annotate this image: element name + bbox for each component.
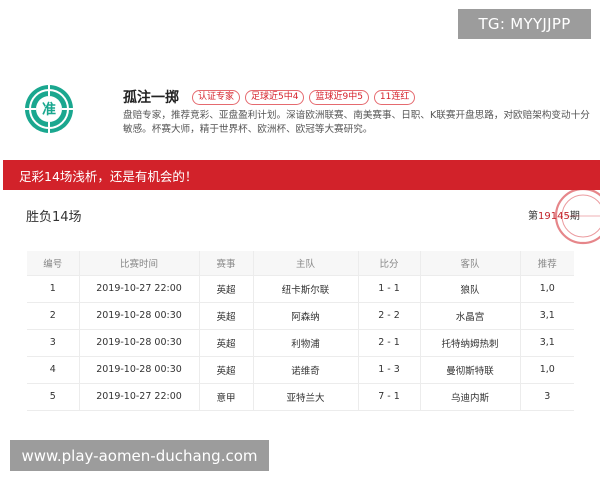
cell-home: 诺维奇	[252, 356, 358, 384]
cell-league: 英超	[198, 356, 253, 384]
expert-name[interactable]: 孤注一掷	[123, 87, 179, 107]
cell-league: 英超	[198, 329, 253, 357]
tag-certified-expert: 认证专家	[192, 89, 241, 105]
header-pick: 推荐	[519, 251, 574, 276]
cell-time: 2019-10-28 00:30	[78, 302, 199, 330]
cell-no: 1	[27, 275, 79, 303]
cell-score: 7 - 1	[357, 383, 420, 411]
header-score: 比分	[357, 251, 420, 276]
table-row: 4 2019-10-28 00:30 英超 诺维奇 1 - 3 曼彻斯特联 1,…	[27, 356, 574, 384]
table-row: 3 2019-10-28 00:30 英超 利物浦 2 - 1 托特纳姆热刺 3…	[27, 329, 574, 357]
cell-home: 利物浦	[252, 329, 358, 357]
table-row: 5 2019-10-27 22:00 意甲 亚特兰大 7 - 1 乌迪内斯 3	[27, 383, 574, 411]
table-row: 2 2019-10-28 00:30 英超 阿森纳 2 - 2 水晶宫 3,1	[27, 302, 574, 330]
cell-pick: 3	[519, 383, 574, 411]
tag-football-record: 足球近5中4	[245, 89, 305, 105]
cell-no: 5	[27, 383, 79, 411]
cell-no: 2	[27, 302, 79, 330]
expert-description: 盘赔专家，推荐竞彩、亚盘盈利计划。深谙欧洲联赛、南美赛事、日职、K联赛开盘思路，…	[123, 110, 590, 135]
header-no: 编号	[27, 251, 79, 276]
header-league: 赛事	[198, 251, 253, 276]
header-time: 比赛时间	[78, 251, 199, 276]
cell-time: 2019-10-28 00:30	[78, 356, 199, 384]
logo-character: 准	[42, 101, 56, 118]
red-stamp-icon	[554, 187, 600, 245]
banner-title: 足彩14场浅析，还是有机会的！	[19, 168, 198, 184]
expert-logo-icon: 准	[25, 85, 73, 133]
match-table: 编号 比赛时间 赛事 主队 比分 客队 推荐 1 2019-10-27 22:0…	[27, 251, 574, 411]
section-title: 胜负14场	[26, 210, 82, 225]
site-watermark: www.play-aomen-duchang.com	[10, 440, 269, 471]
tag-basketball-record: 篮球近9中5	[309, 89, 369, 105]
cell-no: 3	[27, 329, 79, 357]
cell-away: 乌迪内斯	[419, 383, 520, 411]
cell-no: 4	[27, 356, 79, 384]
cell-time: 2019-10-27 22:00	[78, 383, 199, 411]
cell-score: 1 - 3	[357, 356, 420, 384]
cell-league: 英超	[198, 302, 253, 330]
cell-home: 亚特兰大	[252, 383, 358, 411]
cell-away: 狼队	[419, 275, 520, 303]
cell-score: 2 - 2	[357, 302, 420, 330]
cell-time: 2019-10-27 22:00	[78, 275, 199, 303]
cell-score: 1 - 1	[357, 275, 420, 303]
cell-away: 曼彻斯特联	[419, 356, 520, 384]
header-home: 主队	[252, 251, 358, 276]
cell-pick: 1,0	[519, 275, 574, 303]
cell-home: 纽卡斯尔联	[252, 275, 358, 303]
tg-watermark: TG: MYYJJPP	[458, 9, 591, 39]
cell-home: 阿森纳	[252, 302, 358, 330]
cell-pick: 1,0	[519, 356, 574, 384]
header-away: 客队	[419, 251, 520, 276]
cell-away: 水晶宫	[419, 302, 520, 330]
tag-win-streak: 11连红	[373, 89, 416, 105]
issue-prefix: 第	[528, 211, 538, 222]
table-row: 1 2019-10-27 22:00 英超 纽卡斯尔联 1 - 1 狼队 1,0	[27, 275, 574, 303]
cell-score: 2 - 1	[357, 329, 420, 357]
profile-header: 孤注一掷 认证专家 足球近5中4 篮球近9中5 11连红	[123, 87, 416, 107]
cell-time: 2019-10-28 00:30	[78, 329, 199, 357]
article-title-banner: 足彩14场浅析，还是有机会的！	[3, 160, 600, 190]
table-header-row: 编号 比赛时间 赛事 主队 比分 客队 推荐	[27, 251, 574, 276]
cell-away: 托特纳姆热刺	[419, 329, 520, 357]
cell-league: 意甲	[198, 383, 253, 411]
cell-pick: 3,1	[519, 329, 574, 357]
cell-league: 英超	[198, 275, 253, 303]
cell-pick: 3,1	[519, 302, 574, 330]
